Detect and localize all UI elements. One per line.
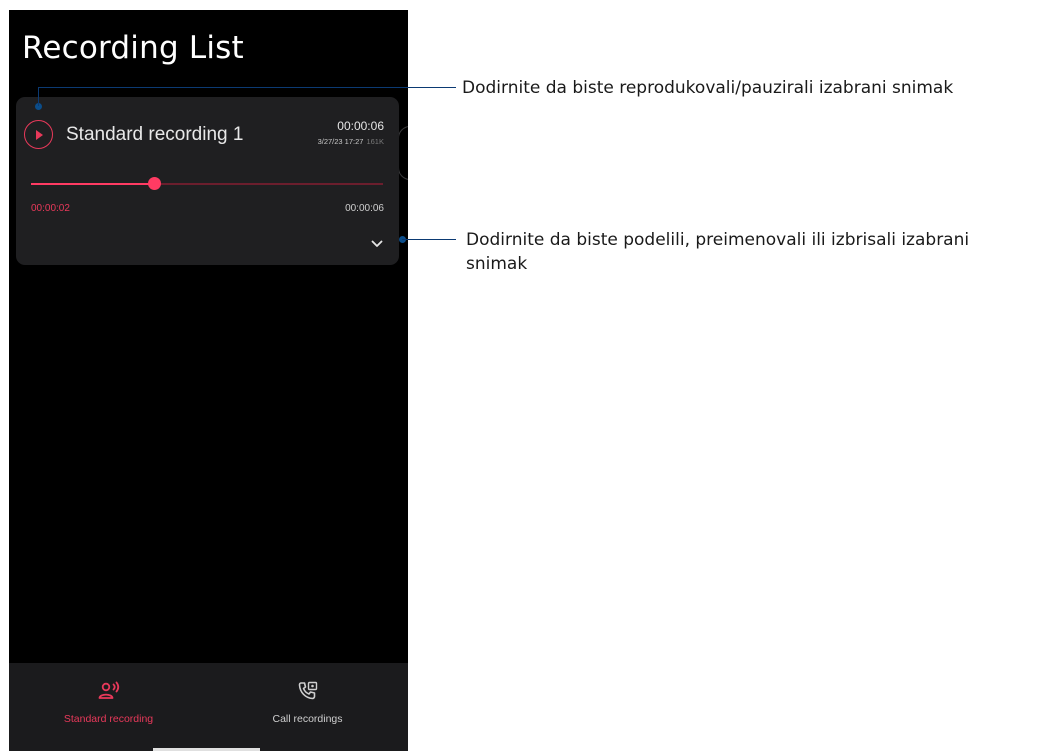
current-time: 00:00:02 (31, 203, 70, 214)
playback-slider[interactable] (31, 177, 383, 190)
expand-options-button[interactable] (369, 237, 385, 251)
recording-date: 3/27/23 17:27 (317, 137, 364, 146)
end-time: 00:00:06 (345, 203, 384, 214)
phone-recording-icon (298, 681, 317, 700)
recording-card[interactable]: Standard recording 1 00:00:06 3/27/23 17… (16, 97, 399, 265)
tab-standard-recording-label: Standard recording (63, 713, 154, 725)
recording-name: Standard recording 1 (66, 124, 244, 145)
tab-call-recordings[interactable]: Call recordings (208, 663, 407, 751)
tab-call-recordings-label: Call recordings (272, 713, 343, 725)
play-button[interactable] (24, 120, 53, 149)
callout-line-options (402, 239, 456, 240)
side-panel-handle[interactable] (398, 126, 408, 180)
play-icon (35, 129, 43, 140)
voice-recording-icon (98, 681, 119, 699)
callout-line-play (38, 87, 456, 88)
page-title: Recording List (22, 30, 244, 66)
playback-thumb[interactable] (148, 177, 162, 190)
callout-connector-play (38, 87, 39, 106)
callout-options-text: Dodirnite da biste podelili, preimenoval… (466, 230, 970, 274)
chevron-down-icon (371, 240, 383, 247)
recording-size: 161K (366, 137, 384, 146)
callout-play-text: Dodirnite da biste reprodukovali/pauzira… (462, 78, 954, 98)
tab-standard-recording[interactable]: Standard recording (9, 663, 208, 751)
phone-screen: Recording List Standard recording 1 00:0… (9, 10, 408, 751)
recording-duration: 00:00:06 (337, 119, 384, 133)
bottom-navigation: Standard recording Call recordings (9, 663, 408, 751)
recording-meta: 3/27/23 17:27 161K (318, 137, 384, 146)
playback-progress (31, 183, 155, 185)
